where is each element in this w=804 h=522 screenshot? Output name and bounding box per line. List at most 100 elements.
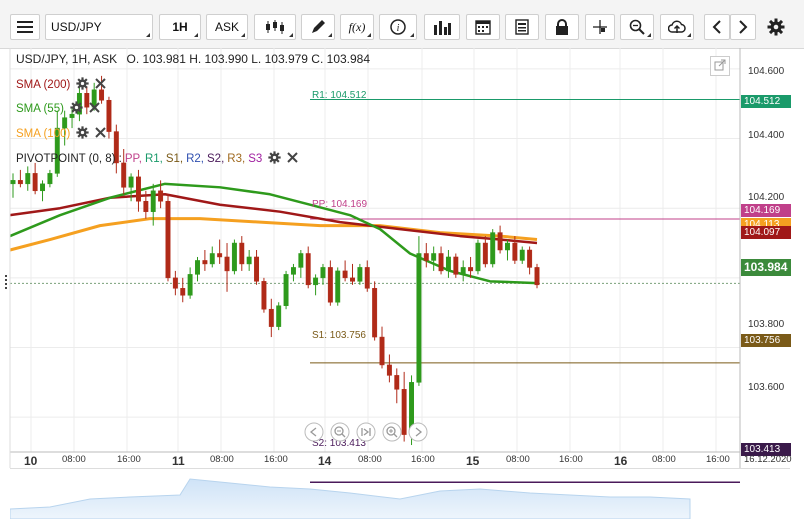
legend-pivot-s1: S1, [165, 153, 184, 165]
price-axis-label: 103.600 [748, 382, 785, 393]
close-icon[interactable] [287, 152, 298, 166]
legend-pivot-s2: S2, [207, 153, 225, 165]
legend-sma200: SMA (200) [16, 77, 107, 93]
candle-body [268, 308, 274, 327]
info-icon: i [390, 19, 406, 35]
volume-button[interactable] [424, 14, 460, 40]
current-price-tag: 103.984 [741, 259, 791, 276]
gear-icon[interactable] [76, 126, 89, 142]
candle-body [327, 267, 333, 303]
candle-body [394, 375, 400, 390]
price-type-selector[interactable]: ASK [206, 14, 248, 40]
gear-icon[interactable] [76, 77, 89, 93]
legend-sma200-label: SMA (200) [16, 79, 71, 91]
close-icon[interactable] [95, 127, 107, 141]
gear-icon[interactable] [268, 151, 281, 167]
candle-body [320, 267, 326, 279]
crosshair-button[interactable] [585, 14, 615, 40]
time-axis-label: 16:00 [117, 454, 141, 465]
time-axis-label: 08:00 [210, 454, 234, 465]
lock-button[interactable] [545, 14, 579, 40]
symbol-label: USD/JPY [51, 20, 102, 34]
candle-body [40, 183, 45, 192]
navigator-pane[interactable] [9, 468, 790, 520]
candle-body [261, 281, 267, 310]
svg-text:i: i [397, 23, 400, 34]
candle-body [231, 242, 237, 272]
candle-body [497, 232, 503, 251]
candle-body [246, 256, 252, 265]
calendar-button[interactable] [466, 14, 500, 40]
news-button[interactable] [505, 14, 539, 40]
time-axis-label: 15 [466, 454, 480, 468]
settings-button[interactable] [762, 14, 790, 40]
candle-body [534, 267, 540, 286]
timeframe-label: 1H [172, 20, 188, 34]
candle-body [209, 253, 215, 265]
candle-body [290, 267, 296, 275]
candle-body [482, 242, 488, 265]
chart-type-button[interactable] [254, 14, 296, 40]
candle-body [224, 256, 230, 272]
r1-price-tag: 104.512 [741, 95, 791, 108]
reset-zoom-button[interactable] [356, 422, 376, 445]
legend-sma55: SMA (55) [16, 101, 100, 117]
candle-body [10, 180, 16, 185]
nav-prev-button[interactable] [304, 422, 324, 445]
zoom-out-button[interactable] [330, 422, 350, 445]
candle-body [283, 274, 289, 306]
candle-body [527, 249, 533, 268]
close-icon[interactable] [95, 78, 107, 92]
draw-tools-button[interactable] [301, 14, 335, 40]
gear-icon[interactable] [70, 101, 83, 117]
function-icon: f(x) [348, 19, 366, 34]
close-icon[interactable] [89, 102, 100, 116]
candle-body [217, 253, 223, 258]
price-axis-label: 104.600 [748, 66, 785, 77]
time-axis-label: 08:00 [62, 454, 86, 465]
chart-area[interactable]: USD/JPY, 1H, ASK O. 103.981 H. 103.990 L… [0, 48, 804, 520]
candle-body [298, 253, 304, 268]
time-axis-label: 08:00 [358, 454, 382, 465]
symbol-selector[interactable]: USD/JPY [45, 14, 153, 40]
price-chart[interactable] [0, 48, 804, 518]
pencil-icon [310, 19, 326, 35]
candle-body [364, 267, 370, 289]
candle-body [187, 274, 193, 296]
time-axis-label: 16:00 [559, 454, 583, 465]
scroll-left-button[interactable] [704, 14, 730, 40]
price-axis-label: 104.400 [748, 130, 785, 141]
zoom-button[interactable] [620, 14, 654, 40]
candle-body [490, 232, 496, 265]
navigator-chart [9, 478, 691, 520]
calendar-icon [475, 19, 491, 35]
r1-line-label: R1: 104.512 [312, 90, 367, 101]
resize-handle[interactable] [5, 275, 10, 289]
zoom-in-button[interactable] [382, 422, 402, 445]
document-icon [514, 19, 530, 35]
legend-pivotpoint: PIVOTPOINT (0, 8) : PP, R1, S1, R2, S2, … [16, 151, 298, 167]
timeframe-selector[interactable]: 1H [159, 14, 201, 40]
chevron-left-icon [712, 20, 722, 34]
candle-body [386, 364, 392, 376]
scroll-right-button[interactable] [730, 14, 756, 40]
expand-button[interactable] [710, 56, 730, 76]
candle-body [106, 99, 112, 132]
chevron-right-icon [738, 20, 748, 34]
candle-body [313, 277, 319, 286]
candle-body [276, 305, 282, 327]
pp-price-tag: 104.169 [741, 204, 791, 217]
s1-line-label: S1: 103.756 [312, 330, 366, 341]
time-axis-label: 16:00 [411, 454, 435, 465]
candle-body [372, 288, 378, 338]
nav-next-button[interactable] [408, 422, 428, 445]
info-button[interactable]: i [379, 14, 417, 40]
candle-body [431, 253, 437, 261]
upload-button[interactable] [660, 14, 694, 40]
legend-pivot-r3: R3, [227, 153, 246, 165]
indicators-button[interactable]: f(x) [340, 14, 374, 40]
menu-button[interactable] [10, 14, 40, 40]
candle-body [47, 173, 53, 185]
time-axis-label: 10 [24, 454, 38, 468]
time-axis-label: 16:00 [264, 454, 288, 465]
